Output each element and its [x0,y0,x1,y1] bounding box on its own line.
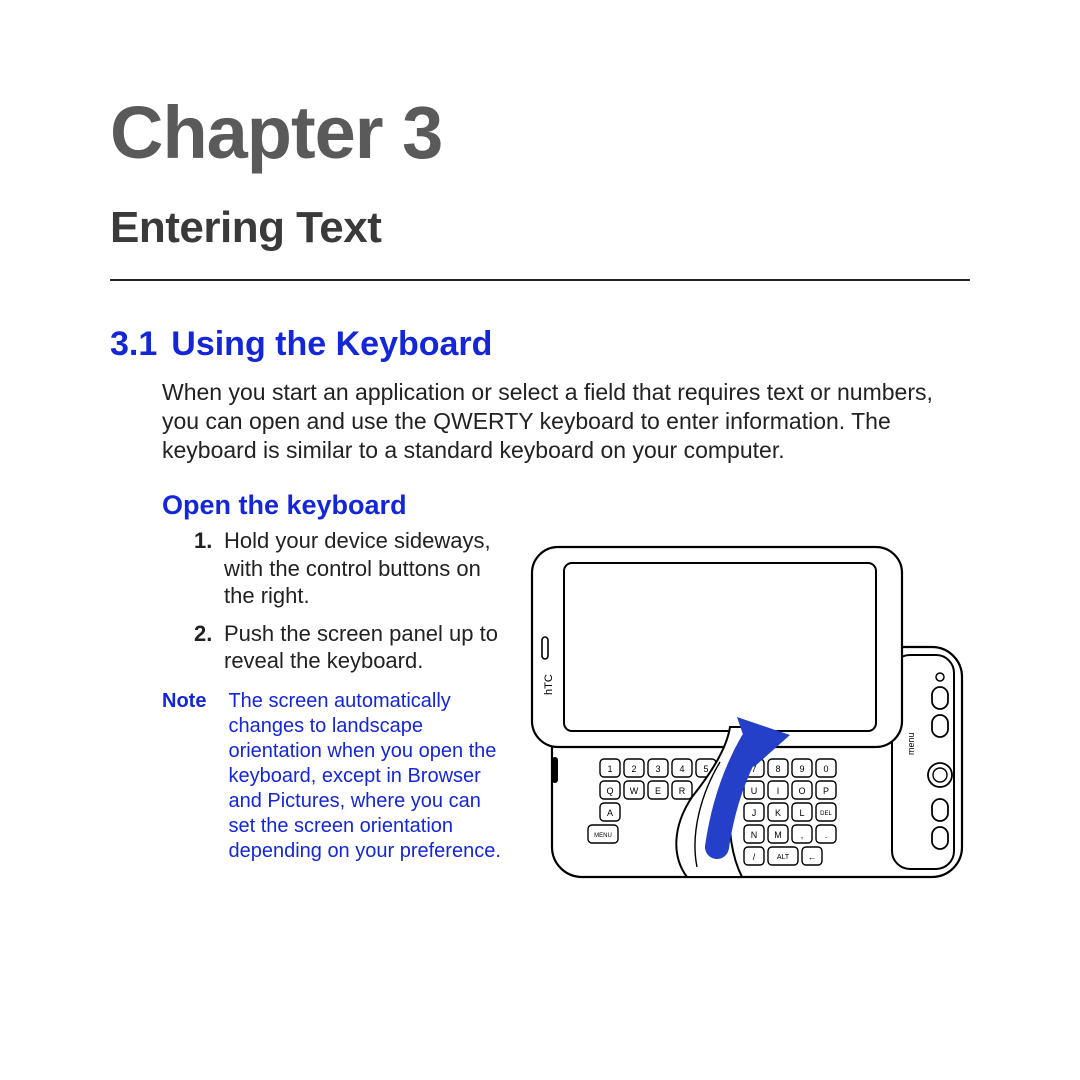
svg-text:5: 5 [703,764,708,774]
svg-text:3: 3 [655,764,660,774]
illustration-column: menu 1 2 3 4 5 6 7 [522,527,982,897]
subsection-heading: Open the keyboard [162,490,970,521]
svg-text:I: I [777,786,780,796]
svg-text:MENU: MENU [594,833,612,839]
svg-text:E: E [655,786,661,796]
svg-text:W: W [630,786,639,796]
svg-text:9: 9 [799,764,804,774]
note-label: Note [162,689,206,864]
section-heading: 3.1 Using the Keyboard [110,325,970,364]
svg-text:2: 2 [631,764,636,774]
svg-text:Q: Q [606,786,613,796]
svg-text:DEL: DEL [820,811,832,817]
svg-text:P: P [823,786,829,796]
svg-text:1: 1 [607,764,612,774]
steps-list: Hold your device sideways, with the cont… [194,527,502,675]
section-number: 3.1 [110,325,157,363]
document-page: Chapter 3 Entering Text 3.1Using the Key… [0,0,1080,1080]
svg-text:O: O [798,786,805,796]
svg-text:J: J [752,808,757,818]
svg-text:A: A [607,808,613,818]
two-column-layout: Hold your device sideways, with the cont… [162,527,970,897]
svg-text:.: . [825,830,828,840]
step-item: Hold your device sideways, with the cont… [194,527,502,610]
svg-text:←: ← [808,852,817,862]
text-column: Hold your device sideways, with the cont… [162,527,502,864]
brand-label-text: hTC [543,674,555,695]
chapter-divider [110,279,970,281]
svg-text:M: M [774,830,782,840]
svg-text:4: 4 [679,764,684,774]
svg-text:ALT: ALT [777,854,790,861]
svg-text:N: N [751,830,758,840]
svg-text:K: K [775,808,781,818]
svg-text:R: R [679,786,686,796]
svg-text:L: L [799,808,804,818]
svg-text:U: U [751,786,758,796]
chapter-title: Chapter 3 [110,90,970,175]
svg-text:,: , [801,830,804,840]
note-block: Note The screen automatically changes to… [162,689,502,864]
device-illustration: menu 1 2 3 4 5 6 7 [522,527,982,897]
chapter-subtitle: Entering Text [110,203,970,253]
section-title: Using the Keyboard [171,325,492,363]
step-item: Push the screen panel up to reveal the k… [194,620,502,675]
svg-text:0: 0 [823,764,828,774]
note-text: The screen automatically changes to land… [228,689,502,864]
menu-label-text: menu [906,733,916,756]
section-intro: When you start an application or select … [162,378,970,464]
svg-text:8: 8 [775,764,780,774]
